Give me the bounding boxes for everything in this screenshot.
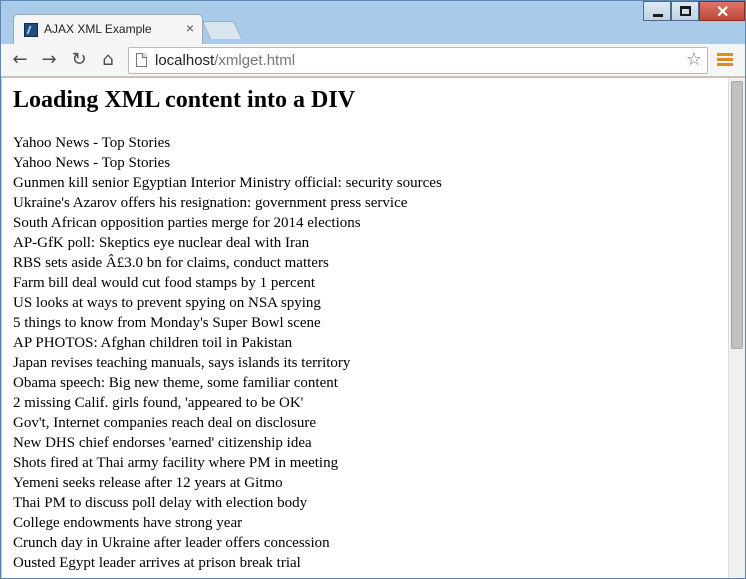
close-icon: ✕ (716, 4, 730, 21)
news-item: Thai PM to discuss poll delay with elect… (13, 495, 308, 511)
news-item: Ousted Egypt leader arrives at prison br… (13, 555, 301, 571)
page-content: Loading XML content into a DIV Yahoo New… (2, 78, 728, 578)
maximize-icon (680, 6, 691, 16)
news-item: 5 things to know from Monday's Super Bow… (13, 315, 321, 331)
tab-ajax-xml-example[interactable]: AJAX XML Example × (13, 14, 203, 44)
url-host: localhost (155, 52, 215, 69)
tab-title: AJAX XML Example (44, 22, 152, 36)
news-item: Farm bill deal would cut food stamps by … (13, 275, 316, 291)
news-item: Yemeni seeks release after 12 years at G… (13, 475, 283, 491)
minimize-icon (653, 14, 663, 17)
forward-arrow-icon[interactable]: → (38, 49, 60, 71)
news-item: Japan revises teaching manuals, says isl… (13, 355, 351, 371)
maximize-button[interactable] (671, 1, 699, 21)
news-item: AP PHOTOS: Afghan children toil in Pakis… (13, 335, 293, 351)
reload-icon[interactable]: ↻ (68, 49, 90, 71)
news-item: Gov't, Internet companies reach deal on … (13, 415, 317, 431)
title-bar: AJAX XML Example × ✕ (1, 1, 745, 44)
news-item: AP-GfK poll: Skeptics eye nuclear deal w… (13, 235, 310, 251)
news-item: Yahoo News - Top Stories (13, 155, 171, 171)
news-item: Crunch day in Ukraine after leader offer… (13, 535, 330, 551)
news-item: College endowments have strong year (13, 515, 243, 531)
close-window-button[interactable]: ✕ (699, 1, 745, 21)
news-item: Shots fired at Thai army facility where … (13, 455, 339, 471)
home-icon[interactable]: ⌂ (97, 49, 119, 71)
page-icon (136, 53, 147, 67)
news-item: New DHS chief endorses 'earned' citizens… (13, 435, 312, 451)
back-arrow-icon[interactable]: ← (9, 49, 31, 71)
news-list: Yahoo News - Top Stories Yahoo News - Top… (13, 133, 442, 573)
address-bar[interactable]: localhost/xmlget.html ☆ (128, 47, 708, 74)
news-item: Obama speech: Big new theme, some famili… (13, 375, 338, 391)
favicon-icon (24, 23, 38, 37)
vertical-scrollbar[interactable] (728, 78, 745, 578)
scrollbar-thumb[interactable] (731, 81, 743, 349)
news-item: South African opposition parties merge f… (13, 215, 361, 231)
browser-window: AJAX XML Example × ✕ ← → ↻ ⌂ localhost/x… (0, 0, 746, 579)
browser-toolbar: ← → ↻ ⌂ localhost/xmlget.html ☆ (1, 44, 745, 77)
page-heading: Loading XML content into a DIV (13, 87, 356, 113)
bookmark-star-icon[interactable]: ☆ (686, 49, 702, 70)
news-item: US looks at ways to prevent spying on NS… (13, 295, 321, 311)
tab-close-icon[interactable]: × (186, 20, 194, 36)
new-tab-button[interactable] (201, 21, 243, 39)
news-item: Ukraine's Azarov offers his resignation:… (13, 195, 408, 211)
news-item: RBS sets aside Â£3.0 bn for claims, cond… (13, 255, 329, 271)
minimize-button[interactable] (643, 1, 671, 21)
url-path: /xmlget.html (214, 52, 296, 69)
browser-menu-icon[interactable] (717, 53, 733, 67)
news-item: 2 missing Calif. girls found, 'appeared … (13, 395, 304, 411)
url-text[interactable]: localhost/xmlget.html (155, 52, 295, 69)
news-item: Gunmen kill senior Egyptian Interior Min… (13, 175, 442, 191)
news-item: Yahoo News - Top Stories (13, 135, 171, 151)
